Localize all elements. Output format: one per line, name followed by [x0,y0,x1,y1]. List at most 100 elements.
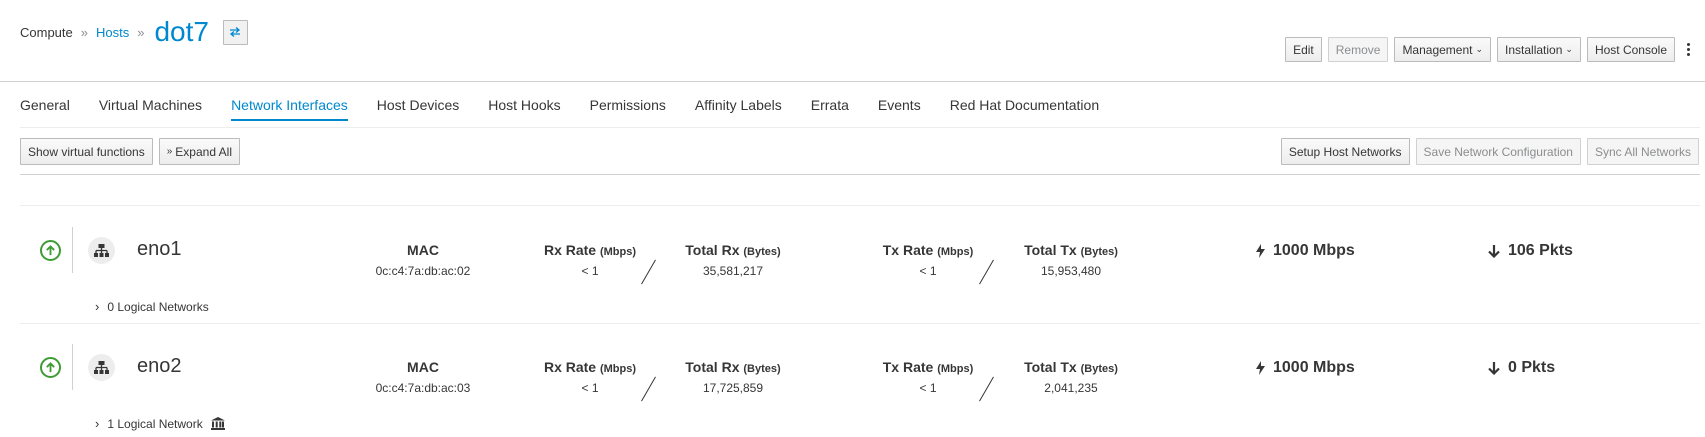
mac-column: MAC 0c:c4:7a:db:ac:03 [338,359,508,395]
setup-host-networks-button[interactable]: Setup Host Networks [1280,138,1410,165]
bank-icon [210,417,225,430]
save-network-configuration-button[interactable]: Save Network Configuration [1415,138,1581,165]
total-rx-title: Total Rx [685,242,740,258]
arrow-down-icon [1488,361,1500,375]
tab-host-devices[interactable]: Host Devices [377,97,459,121]
breadcrumb: Compute » Hosts » dot7 [20,14,248,50]
toolbar-right: Setup Host Networks Save Network Configu… [1275,138,1699,165]
installation-label: Installation [1505,42,1563,57]
rx-rate-title: Rx Rate [543,359,597,375]
logical-networks-label: 0 Logical Networks [107,299,209,314]
expand-all-label: Expand All [175,144,233,159]
unit: (Mbps) [937,363,974,375]
expand-all-button[interactable]: » Expand All [158,138,241,165]
tab-bar: General Virtual Machines Network Interfa… [20,97,1128,121]
dropped-packets-value: 0 Pkts [1508,359,1556,376]
dropped-packets: 0 Pkts [1488,359,1555,377]
mac-label: MAC [407,242,439,258]
kebab-menu-icon[interactable] [1681,37,1695,62]
tab-virtual-machines[interactable]: Virtual Machines [99,97,202,121]
remove-button[interactable]: Remove [1327,37,1389,62]
total-rx-label: Total Rx (Bytes) [658,359,808,375]
installation-dropdown[interactable]: Installation ⌄ [1497,37,1581,62]
total-tx-label: Total Tx (Bytes) [996,242,1146,258]
total-tx-value: 2,041,235 [1044,381,1098,395]
unit: (Bytes) [743,246,781,258]
total-tx-title: Total Tx [1024,359,1077,375]
dropped-packets-value: 106 Pkts [1508,242,1573,259]
speed: 1000 Mbps [1256,359,1355,377]
logical-networks-toggle[interactable]: › 1 Logical Network [95,416,225,431]
breadcrumb-hosts-link[interactable]: Hosts [96,25,129,40]
speed-value: 1000 Mbps [1273,359,1355,376]
total-tx-column: Total Tx (Bytes) 2,041,235 [996,359,1146,395]
divider [72,227,73,273]
nic-name: eno2 [137,355,182,377]
total-tx-column: Total Tx (Bytes) 15,953,480 [996,242,1146,278]
tab-errata[interactable]: Errata [811,97,849,121]
rx-rate-label: Rx Rate (Mbps) [530,359,650,375]
tab-permissions[interactable]: Permissions [590,97,666,121]
rx-rate-column: Rx Rate (Mbps) < 1 [530,242,650,278]
bolt-icon [1256,244,1265,258]
switch-host-button[interactable] [222,19,248,45]
tx-rate-column: Tx Rate (Mbps) < 1 [868,359,988,395]
arrow-up-status-icon [40,357,61,378]
chevron-right-icon: › [95,416,100,431]
logical-networks-toggle[interactable]: › 0 Logical Networks [95,299,209,314]
edit-button[interactable]: Edit [1285,37,1322,62]
mac-column: MAC 0c:c4:7a:db:ac:02 [338,242,508,278]
network-interface-icon [88,237,115,264]
total-rx-value: 17,725,859 [702,381,764,395]
sync-all-networks-button[interactable]: Sync All Networks [1586,138,1699,165]
speed-value: 1000 Mbps [1273,242,1355,259]
total-rx-column: Total Rx (Bytes) 35,581,217 [658,242,808,278]
total-tx-value: 15,953,480 [1040,264,1102,278]
tab-red-hat-documentation[interactable]: Red Hat Documentation [950,97,1099,121]
tx-rate-column: Tx Rate (Mbps) < 1 [868,242,988,278]
rx-rate-value: < 1 [581,264,599,278]
mac-value: 0c:c4:7a:db:ac:02 [375,264,471,278]
bolt-icon [1256,361,1265,375]
host-console-button[interactable]: Host Console [1586,37,1675,62]
arrow-up-status-icon [40,240,61,261]
nic-name: eno1 [137,238,182,260]
tab-network-interfaces[interactable]: Network Interfaces [231,97,348,121]
tabs-divider [20,127,1700,128]
page-header: Compute » Hosts » dot7 Edit Remove Manag… [0,0,1705,82]
breadcrumb-separator: » [137,24,145,40]
tx-rate-title: Tx Rate [882,242,934,258]
tab-events[interactable]: Events [878,97,921,121]
total-tx-label: Total Tx (Bytes) [996,359,1146,375]
tab-general[interactable]: General [20,97,70,121]
management-dropdown[interactable]: Management ⌄ [1394,37,1492,62]
rx-rate-column: Rx Rate (Mbps) < 1 [530,359,650,395]
total-rx-label: Total Rx (Bytes) [658,242,808,258]
total-rx-title: Total Rx [685,359,740,375]
unit: (Mbps) [937,246,974,258]
network-interface-icon [88,354,115,381]
tx-rate-label: Tx Rate (Mbps) [868,359,988,375]
logical-networks-label: 1 Logical Network [107,416,203,431]
double-chevron-down-icon: » [166,146,173,157]
list-item[interactable]: eno1 MAC 0c:c4:7a:db:ac:02 Rx Rate (Mbps… [20,206,1700,324]
unit: (Mbps) [599,363,637,375]
header-actions: Edit Remove Management ⌄ Installation ⌄ … [1279,37,1695,62]
show-virtual-functions-button[interactable]: Show virtual functions [20,138,153,165]
chevron-down-icon: ⌄ [1475,44,1484,54]
tx-rate-value: < 1 [919,381,937,395]
rx-rate-label: Rx Rate (Mbps) [530,242,650,258]
divider [72,344,73,390]
tab-host-hooks[interactable]: Host Hooks [488,97,560,121]
page-title: dot7 [154,16,209,47]
breadcrumb-separator: » [80,24,88,40]
rx-rate-title: Rx Rate [543,242,597,258]
list-item[interactable]: eno2 MAC 0c:c4:7a:db:ac:03 Rx Rate (Mbps… [20,323,1700,437]
tab-affinity-labels[interactable]: Affinity Labels [695,97,782,121]
exchange-icon [230,27,241,37]
breadcrumb-compute[interactable]: Compute [20,25,73,40]
chevron-right-icon: › [95,299,100,314]
toolbar-left: Show virtual functions » Expand All [20,138,246,165]
unit: (Bytes) [1080,246,1118,258]
tx-rate-title: Tx Rate [882,359,934,375]
